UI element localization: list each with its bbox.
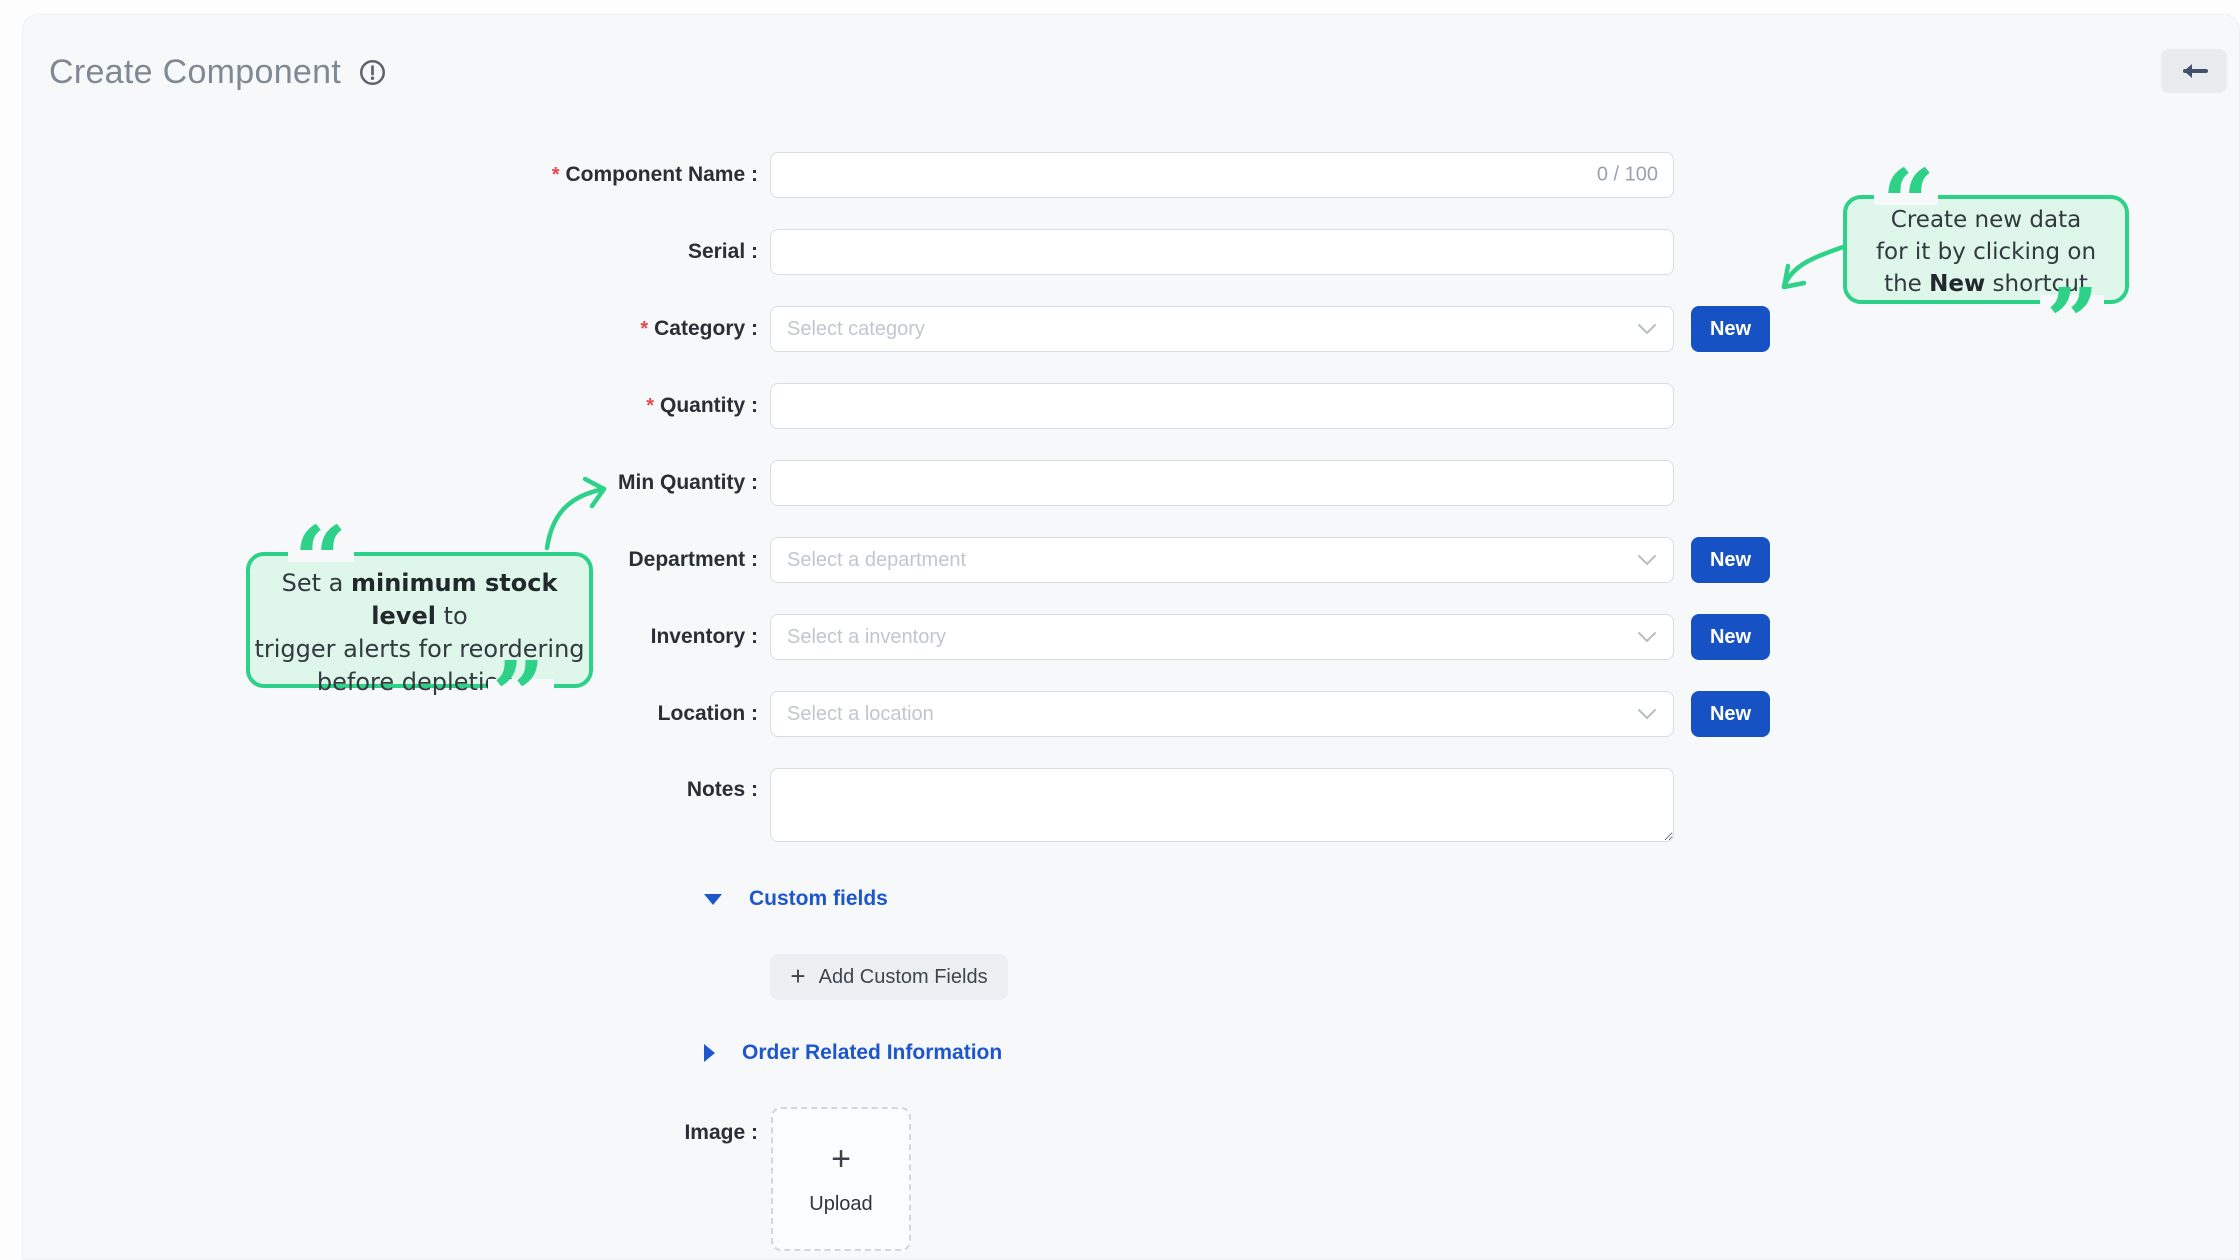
add-custom-fields-label: Add Custom Fields: [819, 966, 988, 989]
close-quote-icon: ”: [2046, 276, 2099, 368]
serial-control: [770, 229, 1674, 275]
inventory-placeholder: Select a inventory: [787, 626, 946, 649]
serial-label: Serial :: [23, 240, 758, 264]
chevron-down-icon: [1637, 708, 1657, 720]
notes-label: Notes :: [23, 768, 758, 802]
custom-fields-label: Custom fields: [749, 887, 888, 911]
department-select[interactable]: Select a department: [770, 537, 1674, 583]
field-row-category: *Category : Select category New: [23, 306, 2239, 352]
field-row-notes: Notes :: [23, 768, 2239, 842]
department-new-button[interactable]: New: [1691, 537, 1770, 583]
component-name-input[interactable]: [770, 152, 1674, 198]
required-asterisk: *: [552, 164, 560, 186]
image-label: Image :: [23, 1107, 758, 1145]
field-row-min-quantity: Min Quantity :: [23, 460, 2239, 506]
min-quantity-control: [770, 460, 1674, 506]
required-asterisk: *: [646, 395, 654, 417]
image-upload-box[interactable]: + Upload: [771, 1107, 911, 1251]
page-title: Create Component: [49, 53, 341, 92]
quantity-label: *Quantity :: [23, 394, 758, 418]
close-quote-icon: ”: [492, 649, 545, 741]
category-control: Select category: [770, 306, 1674, 352]
create-component-form: *Component Name : 0 / 100 Serial : *Categor…: [23, 152, 2239, 1251]
category-label: *Category :: [23, 317, 758, 341]
chevron-down-icon: [1637, 554, 1657, 566]
component-name-label: *Component Name :: [23, 163, 758, 187]
inventory-control: Select a inventory: [770, 614, 1674, 660]
location-control: Select a location: [770, 691, 1674, 737]
field-row-quantity: *Quantity :: [23, 383, 2239, 429]
open-quote-icon: “: [294, 514, 347, 606]
component-name-control: 0 / 100: [770, 152, 1674, 198]
add-custom-fields-button[interactable]: + Add Custom Fields: [770, 954, 1008, 1000]
order-related-label: Order Related Information: [742, 1041, 1002, 1065]
department-placeholder: Select a department: [787, 549, 966, 572]
page-header: Create Component: [49, 53, 386, 92]
open-quote-icon: “: [1882, 157, 1935, 249]
min-quantity-input[interactable]: [770, 460, 1674, 506]
quantity-input[interactable]: [770, 383, 1674, 429]
category-new-button[interactable]: New: [1691, 306, 1770, 352]
create-component-page: Create Component *Component Name : 0 / 10…: [0, 0, 2240, 1260]
notes-control: [770, 768, 1674, 842]
chevron-down-icon: [1637, 631, 1657, 643]
upload-label: Upload: [809, 1193, 872, 1216]
chevron-down-icon: [1637, 323, 1657, 335]
min-quantity-label: Min Quantity :: [23, 471, 758, 495]
notes-textarea[interactable]: [770, 768, 1674, 842]
quantity-control: [770, 383, 1674, 429]
location-select[interactable]: Select a location: [770, 691, 1674, 737]
caret-right-icon: [704, 1044, 715, 1062]
serial-input[interactable]: [770, 229, 1674, 275]
back-button[interactable]: [2161, 49, 2227, 93]
required-asterisk: *: [640, 318, 648, 340]
custom-fields-toggle[interactable]: Custom fields: [704, 887, 2239, 911]
location-placeholder: Select a location: [787, 703, 934, 726]
location-label: Location :: [23, 702, 758, 726]
category-select[interactable]: Select category: [770, 306, 1674, 352]
caret-down-icon: [704, 894, 722, 905]
info-circle-icon[interactable]: [359, 59, 386, 86]
plus-icon: +: [831, 1142, 851, 1176]
left-arrow-icon: [2179, 60, 2209, 82]
order-related-toggle[interactable]: Order Related Information: [704, 1041, 2239, 1065]
plus-icon: +: [790, 963, 805, 989]
category-placeholder: Select category: [787, 318, 925, 341]
image-row: Image : + Upload: [23, 1107, 2239, 1251]
inventory-new-button[interactable]: New: [1691, 614, 1770, 660]
location-new-button[interactable]: New: [1691, 691, 1770, 737]
department-control: Select a department: [770, 537, 1674, 583]
inventory-select[interactable]: Select a inventory: [770, 614, 1674, 660]
